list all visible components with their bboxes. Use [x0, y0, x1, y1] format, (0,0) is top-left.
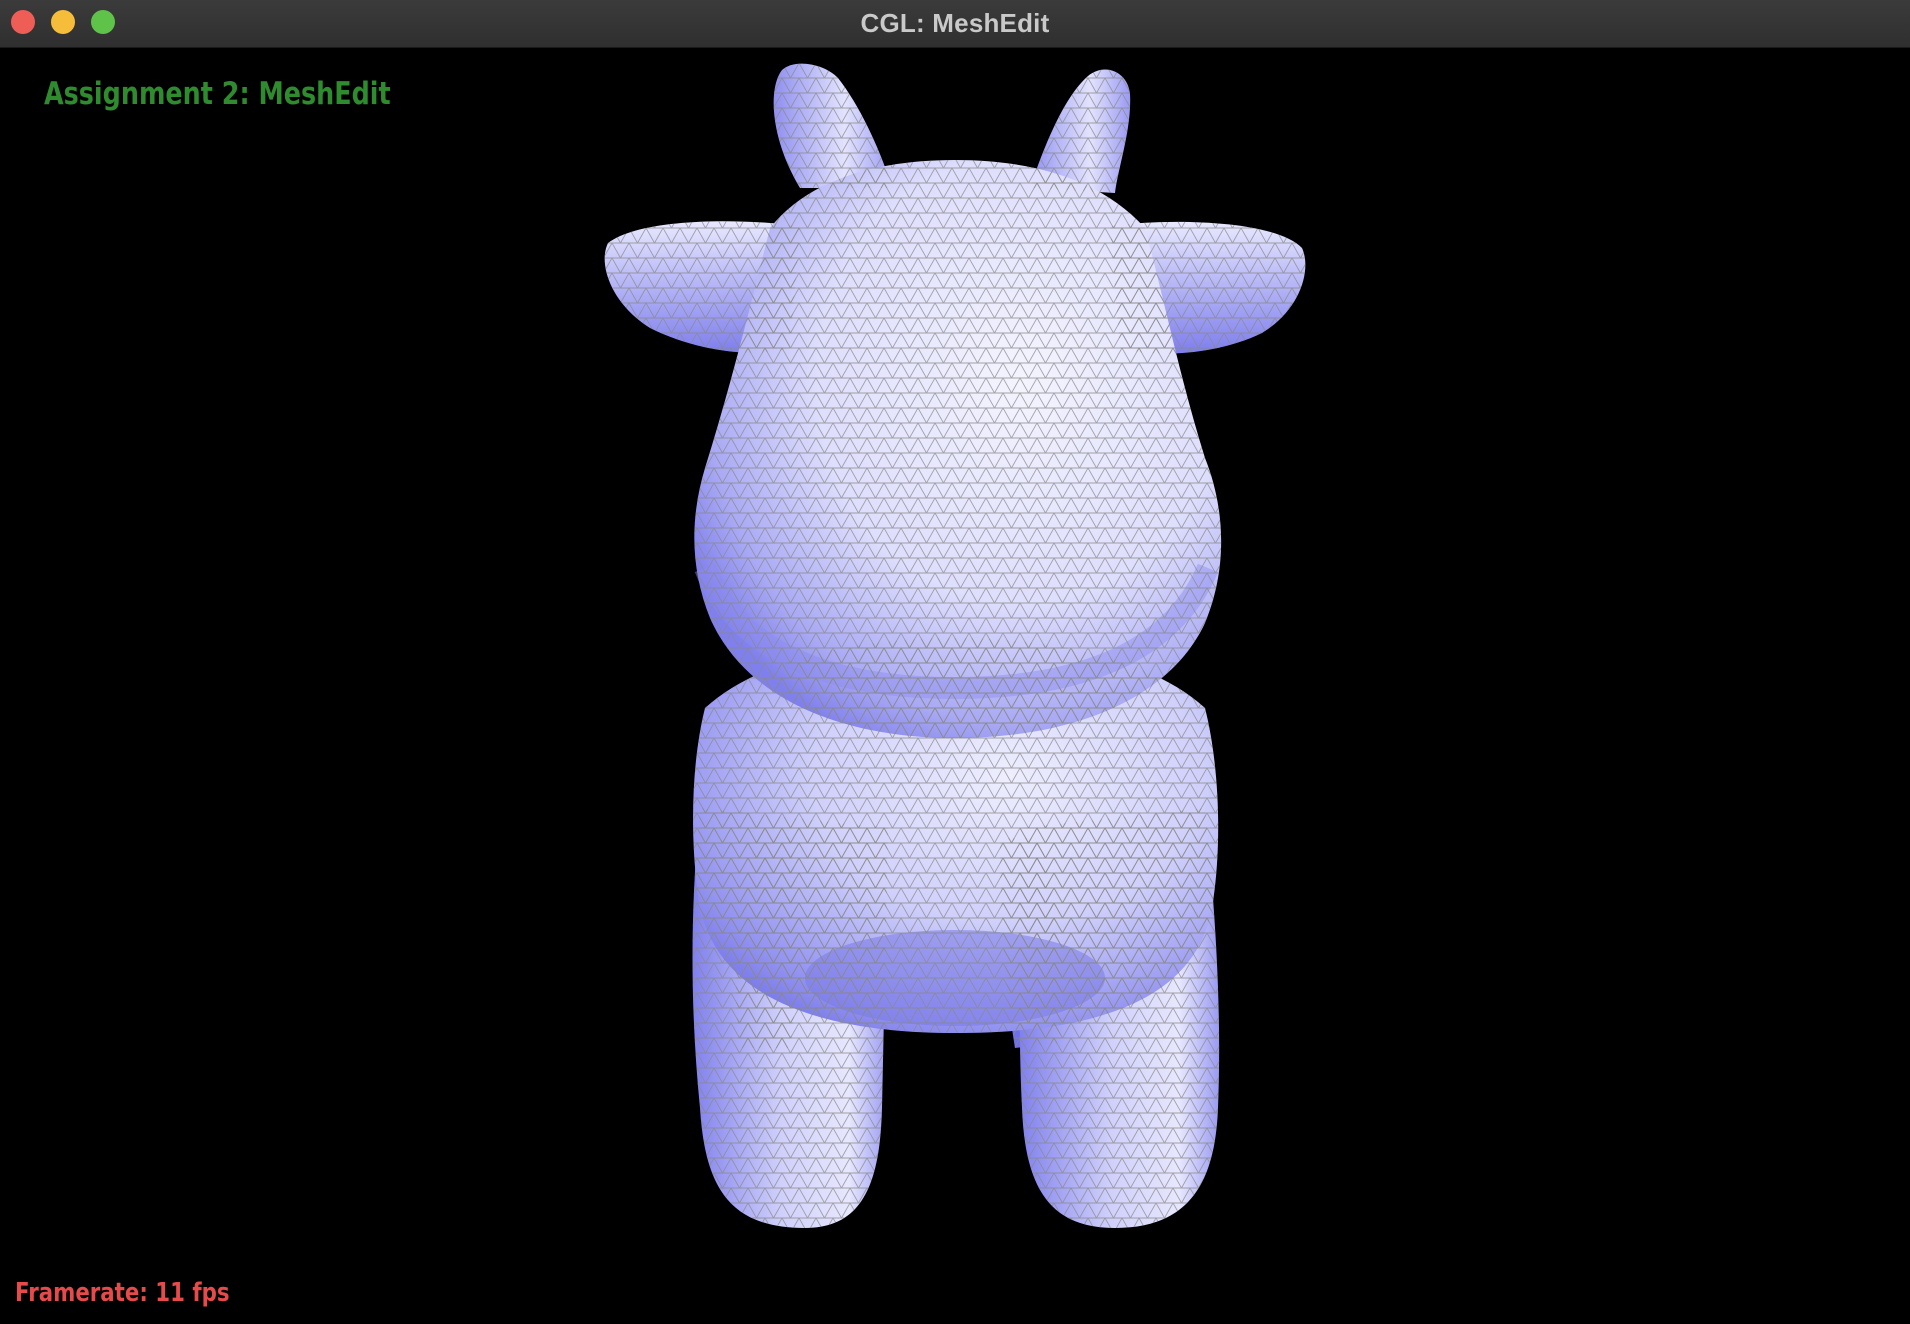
window-titlebar: CGL: MeshEdit	[0, 0, 1910, 48]
window-title: CGL: MeshEdit	[860, 8, 1050, 38]
render-viewport[interactable]: Assignment 2: MeshEdit Framerate: 11 fps	[0, 48, 1910, 1324]
wireframe-overlay	[604, 63, 1306, 1228]
framerate-readout: Framerate: 11 fps	[15, 1278, 230, 1308]
cow-mesh-model	[604, 63, 1306, 1228]
assignment-title: Assignment 2: MeshEdit	[44, 76, 391, 112]
